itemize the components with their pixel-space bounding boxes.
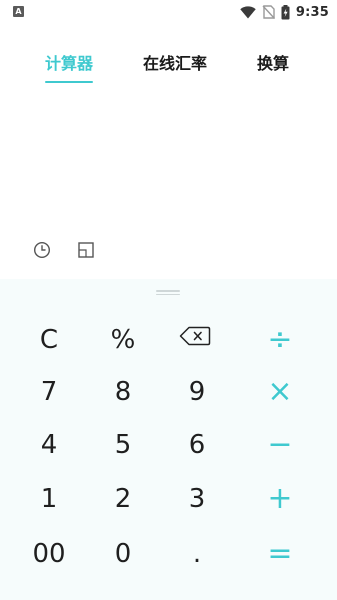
wifi-icon <box>240 5 256 19</box>
key-double-zero[interactable]: 00 <box>19 531 79 577</box>
tool-row <box>0 238 337 264</box>
key-percent[interactable]: % <box>93 317 153 363</box>
key-1[interactable]: 1 <box>19 476 79 522</box>
history-button[interactable] <box>31 239 53 261</box>
battery-charging-icon <box>281 4 290 20</box>
key-multiply[interactable]: × <box>250 369 310 415</box>
calculator-display <box>0 92 337 232</box>
tab-underline <box>45 81 93 83</box>
key-4[interactable]: 4 <box>19 422 79 468</box>
key-8[interactable]: 8 <box>93 369 153 415</box>
tab-calculator[interactable]: 计算器 <box>45 50 93 74</box>
tab-conversion[interactable]: 换算 <box>257 50 289 74</box>
clock-icon <box>33 241 51 259</box>
app-notification-icon: A <box>13 6 24 17</box>
key-equals[interactable]: = <box>250 531 310 577</box>
app-badge-label: A <box>15 7 22 16</box>
backspace-icon <box>179 326 211 346</box>
key-0[interactable]: 0 <box>93 531 153 577</box>
key-add[interactable]: + <box>250 476 310 522</box>
key-3[interactable]: 3 <box>167 476 227 522</box>
drag-handle[interactable] <box>156 290 180 295</box>
tab-exchange-rate[interactable]: 在线汇率 <box>143 50 207 74</box>
layout-button[interactable] <box>75 239 97 261</box>
key-7[interactable]: 7 <box>19 369 79 415</box>
status-time: 9:35 <box>295 4 329 20</box>
layout-icon <box>78 242 94 258</box>
status-right: 9:35 <box>240 3 329 21</box>
key-clear[interactable]: C <box>19 317 79 363</box>
key-divide[interactable]: ÷ <box>250 317 310 363</box>
key-2[interactable]: 2 <box>93 476 153 522</box>
key-subtract[interactable]: − <box>250 422 310 468</box>
status-bar: A 9:35 <box>0 0 337 24</box>
key-9[interactable]: 9 <box>167 369 227 415</box>
tab-bar: 计算器 在线汇率 换算 <box>0 44 337 84</box>
key-5[interactable]: 5 <box>93 422 153 468</box>
no-sim-icon <box>262 5 275 19</box>
key-decimal[interactable]: . <box>167 531 227 577</box>
key-6[interactable]: 6 <box>167 422 227 468</box>
key-backspace[interactable] <box>165 313 225 359</box>
keypad: C % ÷ 7 8 9 × 4 5 6 − 1 2 3 + 00 0 . = <box>0 279 337 600</box>
